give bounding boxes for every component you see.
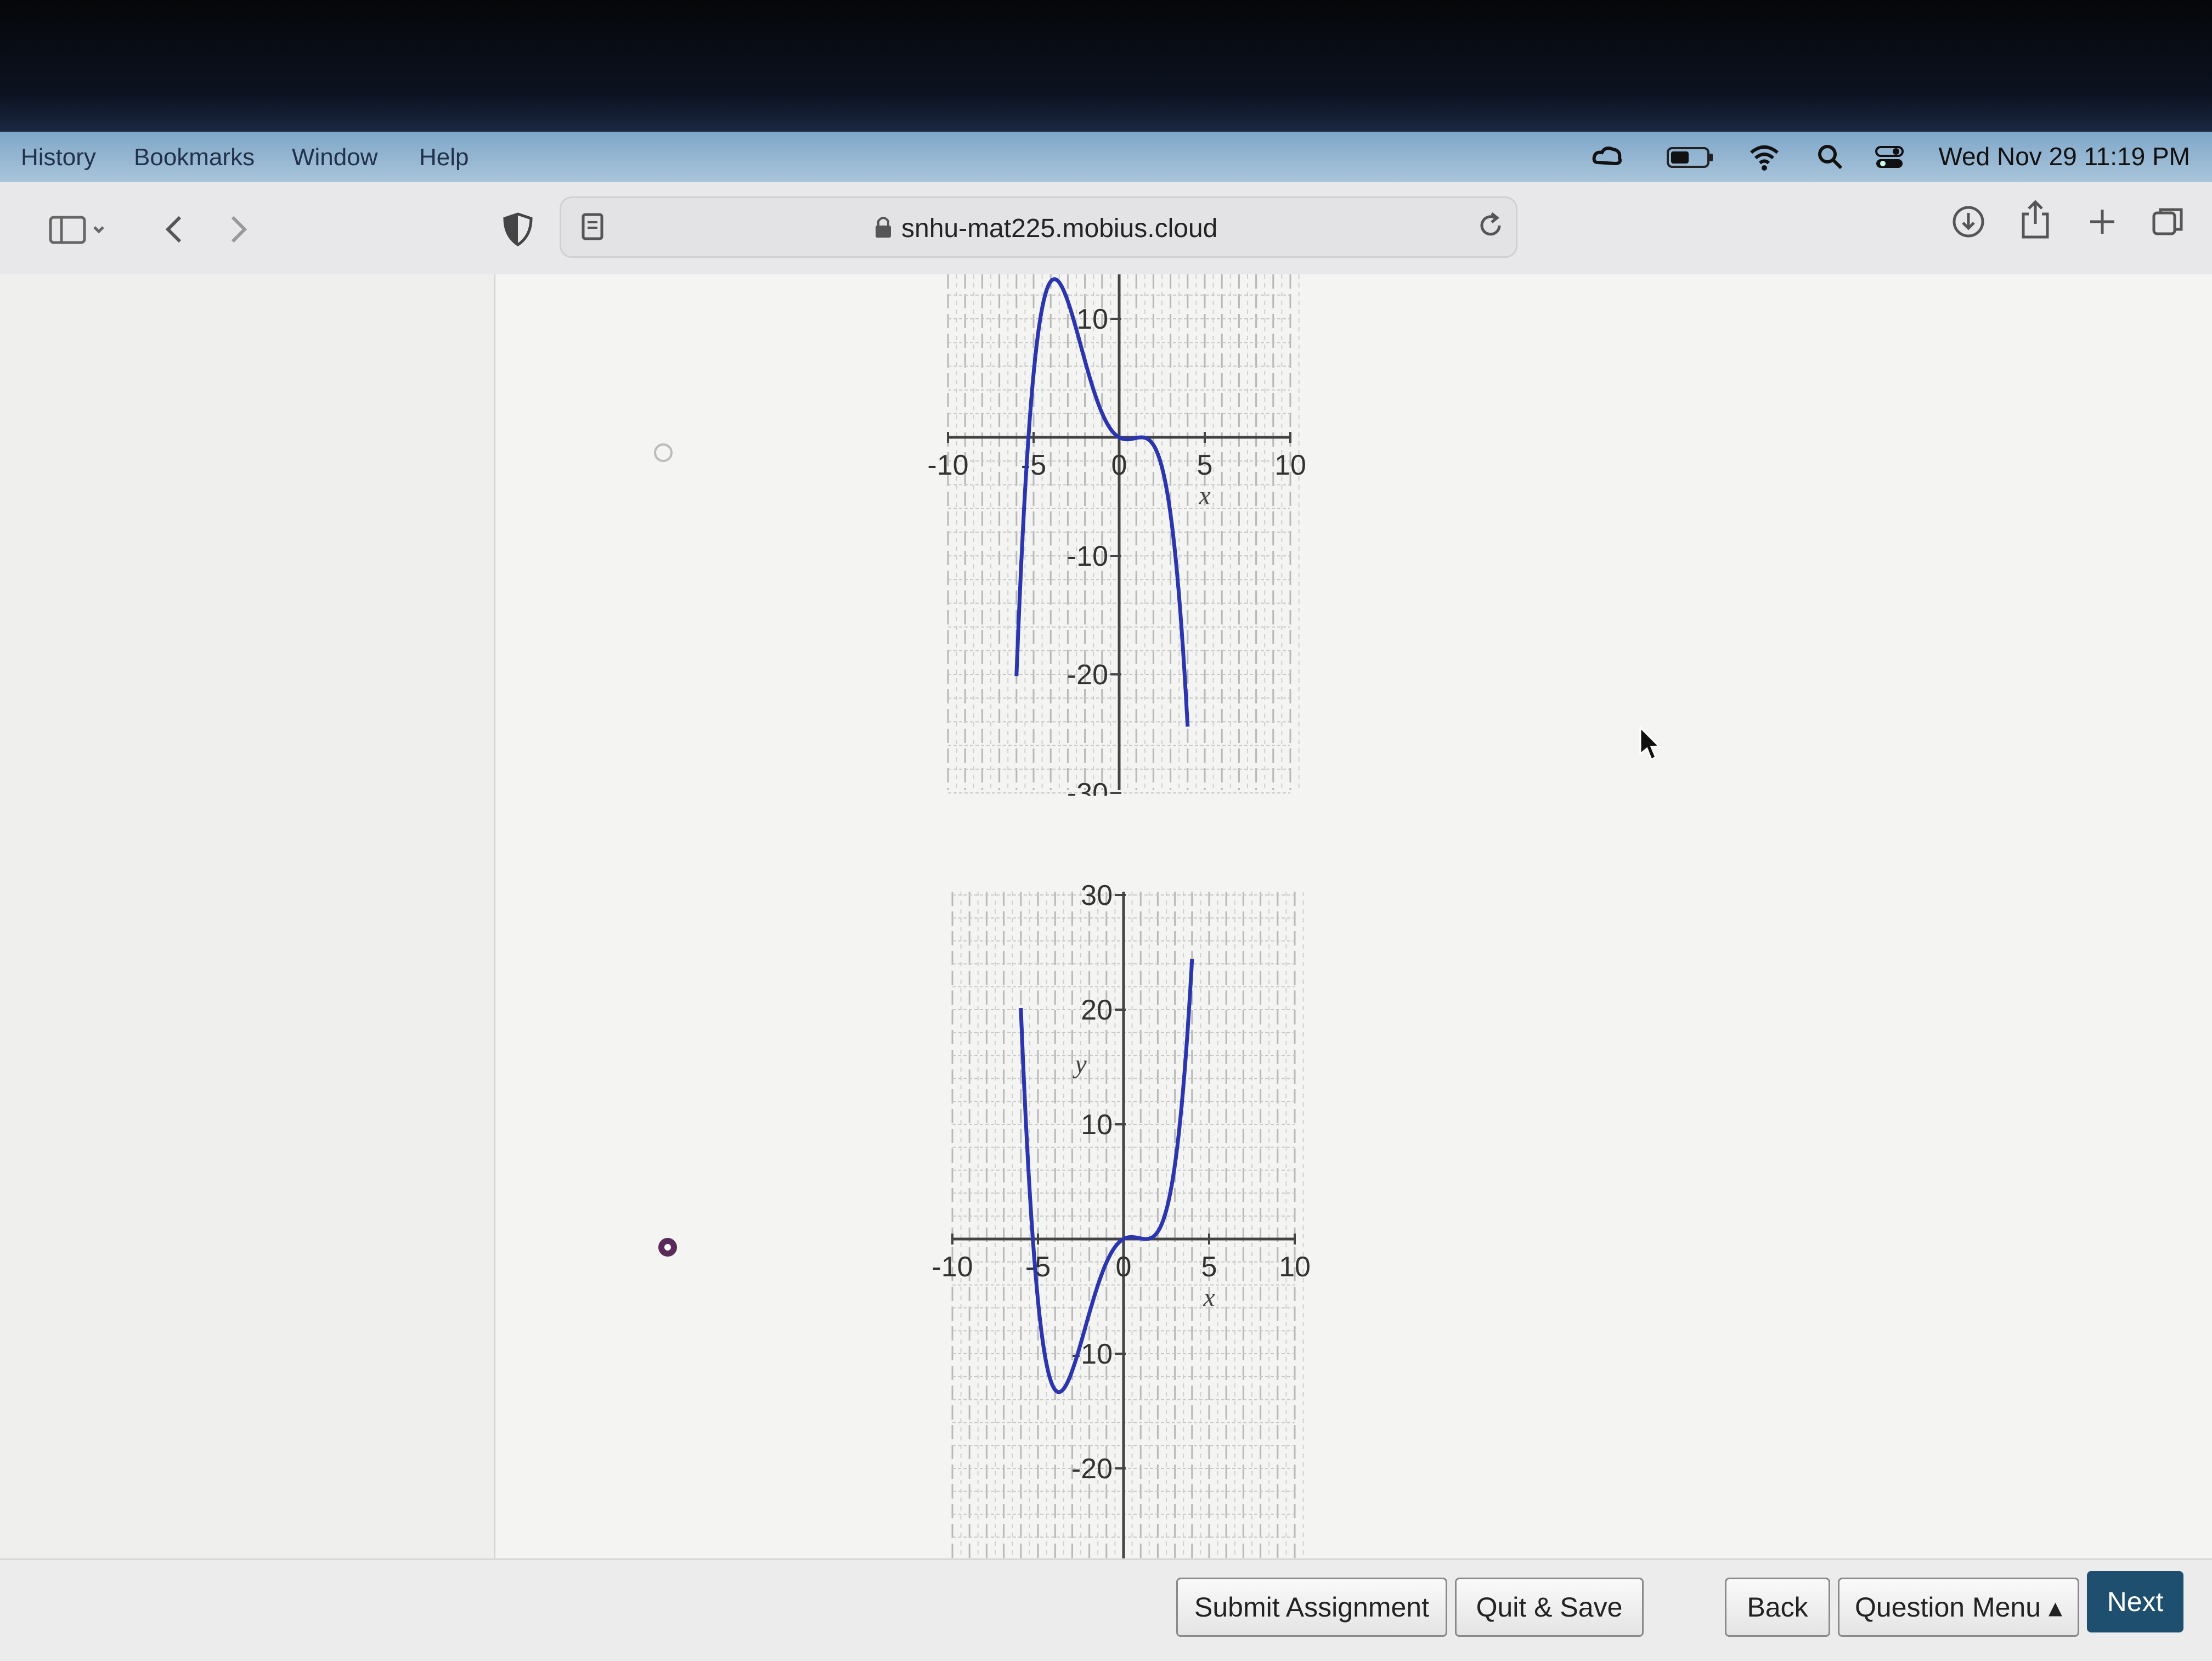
x-tick-label: 5 — [1197, 449, 1213, 481]
x-tick-label: 10 — [1279, 1251, 1311, 1283]
answer-option-radio-1[interactable] — [654, 443, 673, 462]
reader-icon[interactable] — [578, 210, 608, 243]
screen-bezel — [0, 0, 2212, 134]
new-tab-icon[interactable] — [2085, 204, 2120, 239]
x-tick-label: 5 — [1201, 1251, 1217, 1283]
browser-toolbar: snhu-mat225.mobius.cloud — [0, 182, 2212, 275]
y-tick-label: -30 — [1067, 778, 1108, 796]
x-axis-label: x — [1198, 481, 1210, 510]
answer-graph-1: -10 -5 0 5 1010-10-20-30x — [927, 274, 1306, 796]
quit-save-button[interactable]: Quit & Save — [1455, 1578, 1644, 1637]
left-sidebar-pane — [0, 274, 495, 1558]
y-axis-label: y — [1072, 1050, 1087, 1079]
x-tick-label: -10 — [927, 449, 968, 481]
menu-bar: History Bookmarks Window Help Wed Nov 29… — [0, 132, 2212, 182]
x-tick-label: 0 — [1116, 1251, 1132, 1283]
reload-icon[interactable] — [1475, 209, 1506, 242]
menu-bar-clock[interactable]: Wed Nov 29 11:19 PM — [1938, 142, 2190, 171]
menu-history[interactable]: History — [21, 144, 96, 171]
back-icon[interactable] — [158, 212, 193, 247]
menu-window[interactable]: Window — [292, 144, 378, 171]
y-tick-label: 10 — [1076, 303, 1108, 335]
tabs-overview-icon[interactable] — [2151, 204, 2186, 239]
wifi-icon[interactable] — [1748, 140, 1781, 173]
y-tick-label: 10 — [1081, 1109, 1113, 1141]
y-tick-label: -10 — [1067, 540, 1108, 572]
share-icon[interactable] — [2018, 199, 2053, 240]
assignment-footer: Submit Assignment Quit & Save Back Quest… — [0, 1558, 2212, 1661]
x-axis-label: x — [1203, 1283, 1215, 1312]
x-tick-label: -10 — [932, 1251, 973, 1283]
y-tick-label: -20 — [1071, 1453, 1113, 1485]
graph-grid — [951, 892, 1304, 1558]
lock-icon — [876, 217, 891, 238]
control-center-icon[interactable] — [1873, 140, 1906, 173]
forward-icon[interactable] — [219, 212, 255, 247]
graph-tick-labels: -10 -5 0 5 10302010-10-20xy — [932, 880, 1311, 1485]
back-button[interactable]: Back — [1725, 1578, 1830, 1637]
search-icon[interactable] — [1814, 140, 1847, 173]
url-text[interactable]: snhu-mat225.mobius.cloud — [901, 213, 1217, 244]
answer-graph-2: -10 -5 0 5 10302010-10-20xy — [932, 880, 1311, 1558]
y-tick-label: 30 — [1081, 880, 1113, 911]
download-icon[interactable] — [1951, 204, 1986, 239]
submit-assignment-button[interactable]: Submit Assignment — [1176, 1578, 1447, 1637]
creative-cloud-icon[interactable] — [1591, 140, 1624, 173]
sidebar-icon[interactable] — [48, 212, 109, 247]
question-menu-button[interactable]: Question Menu ▴ — [1838, 1578, 2079, 1637]
battery-icon[interactable] — [1666, 140, 1715, 173]
x-tick-label: -5 — [1025, 1251, 1051, 1283]
menu-help[interactable]: Help — [419, 144, 469, 171]
y-tick-label: 20 — [1081, 994, 1113, 1026]
menu-bookmarks[interactable]: Bookmarks — [134, 144, 255, 171]
answer-option-radio-2[interactable] — [658, 1238, 677, 1257]
address-bar[interactable]: snhu-mat225.mobius.cloud — [560, 196, 1517, 258]
graph-grid — [947, 274, 1300, 793]
next-button[interactable]: Next — [2087, 1571, 2183, 1632]
y-tick-label: -20 — [1067, 659, 1108, 691]
mouse-cursor-icon — [1639, 727, 1660, 761]
x-tick-label: 10 — [1274, 449, 1306, 481]
x-tick-label: 0 — [1111, 449, 1127, 481]
privacy-shield-icon[interactable] — [500, 212, 535, 247]
